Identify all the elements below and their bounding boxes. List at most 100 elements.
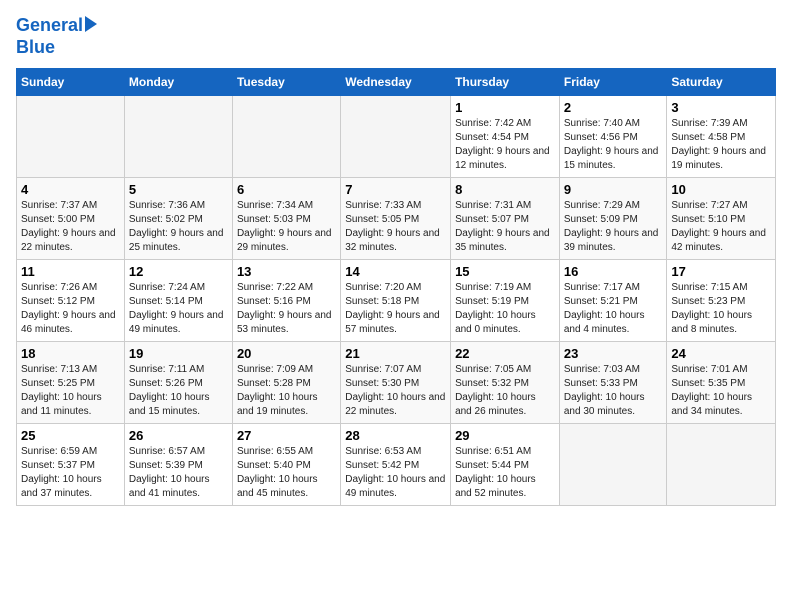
calendar-cell: 29 Sunrise: 6:51 AM Sunset: 5:44 PM Dayli… bbox=[451, 423, 560, 505]
day-info: Sunrise: 7:37 AM Sunset: 5:00 PM Dayligh… bbox=[21, 199, 120, 255]
calendar-cell: 17 Sunrise: 7:15 AM Sunset: 5:23 PM Dayli… bbox=[667, 259, 776, 341]
calendar-cell: 14 Sunrise: 7:20 AM Sunset: 5:18 PM Dayli… bbox=[341, 259, 451, 341]
calendar-cell: 10 Sunrise: 7:27 AM Sunset: 5:10 PM Dayli… bbox=[667, 177, 776, 259]
calendar-cell bbox=[17, 95, 125, 177]
calendar-cell: 6 Sunrise: 7:34 AM Sunset: 5:03 PM Daylig… bbox=[232, 177, 340, 259]
logo-text: General bbox=[16, 16, 83, 36]
day-number: 9 bbox=[564, 182, 663, 197]
day-number: 1 bbox=[455, 100, 555, 115]
calendar-header: SundayMondayTuesdayWednesdayThursdayFrid… bbox=[17, 68, 776, 95]
day-number: 26 bbox=[129, 428, 228, 443]
day-info: Sunrise: 7:17 AM Sunset: 5:21 PM Dayligh… bbox=[564, 281, 663, 337]
calendar-cell bbox=[559, 423, 667, 505]
calendar-cell bbox=[232, 95, 340, 177]
calendar-cell: 22Sunrise: 7:05 AM Sunset: 5:32 PM Dayli… bbox=[451, 341, 560, 423]
day-number: 23 bbox=[564, 346, 663, 361]
day-info: Sunrise: 7:27 AM Sunset: 5:10 PM Dayligh… bbox=[671, 199, 771, 255]
calendar-cell: 13Sunrise: 7:22 AM Sunset: 5:16 PM Dayli… bbox=[232, 259, 340, 341]
calendar-cell: 9 Sunrise: 7:29 AM Sunset: 5:09 PM Daylig… bbox=[559, 177, 667, 259]
calendar-cell: 24Sunrise: 7:01 AM Sunset: 5:35 PM Dayli… bbox=[667, 341, 776, 423]
calendar-week-row: 11 Sunrise: 7:26 AM Sunset: 5:12 PM Dayli… bbox=[17, 259, 776, 341]
weekday-header: Tuesday bbox=[232, 68, 340, 95]
calendar-cell: 7 Sunrise: 7:33 AM Sunset: 5:05 PM Daylig… bbox=[341, 177, 451, 259]
day-number: 2 bbox=[564, 100, 663, 115]
calendar-week-row: 4Sunrise: 7:37 AM Sunset: 5:00 PM Daylig… bbox=[17, 177, 776, 259]
day-number: 10 bbox=[671, 182, 771, 197]
day-info: Sunrise: 7:09 AM Sunset: 5:28 PM Dayligh… bbox=[237, 363, 336, 419]
day-number: 13 bbox=[237, 264, 336, 279]
day-info: Sunrise: 6:59 AM Sunset: 5:37 PM Dayligh… bbox=[21, 445, 120, 501]
day-info: Sunrise: 7:34 AM Sunset: 5:03 PM Dayligh… bbox=[237, 199, 336, 255]
day-number: 20 bbox=[237, 346, 336, 361]
day-number: 15 bbox=[455, 264, 555, 279]
day-number: 6 bbox=[237, 182, 336, 197]
day-number: 27 bbox=[237, 428, 336, 443]
day-info: Sunrise: 7:03 AM Sunset: 5:33 PM Dayligh… bbox=[564, 363, 663, 419]
day-info: Sunrise: 7:39 AM Sunset: 4:58 PM Dayligh… bbox=[671, 117, 771, 173]
calendar-cell: 3 Sunrise: 7:39 AM Sunset: 4:58 PM Daylig… bbox=[667, 95, 776, 177]
day-number: 17 bbox=[671, 264, 771, 279]
calendar-cell: 21Sunrise: 7:07 AM Sunset: 5:30 PM Dayli… bbox=[341, 341, 451, 423]
day-info: Sunrise: 6:57 AM Sunset: 5:39 PM Dayligh… bbox=[129, 445, 228, 501]
day-number: 21 bbox=[345, 346, 446, 361]
calendar-cell: 23 Sunrise: 7:03 AM Sunset: 5:33 PM Dayli… bbox=[559, 341, 667, 423]
day-info: Sunrise: 7:19 AM Sunset: 5:19 PM Dayligh… bbox=[455, 281, 555, 337]
day-info: Sunrise: 7:36 AM Sunset: 5:02 PM Dayligh… bbox=[129, 199, 228, 255]
calendar-cell: 15 Sunrise: 7:19 AM Sunset: 5:19 PM Dayli… bbox=[451, 259, 560, 341]
day-number: 18 bbox=[21, 346, 120, 361]
weekday-header: Monday bbox=[124, 68, 232, 95]
day-info: Sunrise: 7:01 AM Sunset: 5:35 PM Dayligh… bbox=[671, 363, 771, 419]
day-info: Sunrise: 7:05 AM Sunset: 5:32 PM Dayligh… bbox=[455, 363, 555, 419]
day-number: 12 bbox=[129, 264, 228, 279]
calendar-cell: 12 Sunrise: 7:24 AM Sunset: 5:14 PM Dayli… bbox=[124, 259, 232, 341]
calendar-cell: 20 Sunrise: 7:09 AM Sunset: 5:28 PM Dayli… bbox=[232, 341, 340, 423]
day-info: Sunrise: 7:40 AM Sunset: 4:56 PM Dayligh… bbox=[564, 117, 663, 173]
calendar-cell bbox=[667, 423, 776, 505]
calendar-cell bbox=[124, 95, 232, 177]
day-number: 3 bbox=[671, 100, 771, 115]
calendar-cell: 16Sunrise: 7:17 AM Sunset: 5:21 PM Dayli… bbox=[559, 259, 667, 341]
weekday-header: Friday bbox=[559, 68, 667, 95]
day-info: Sunrise: 7:42 AM Sunset: 4:54 PM Dayligh… bbox=[455, 117, 555, 173]
day-number: 5 bbox=[129, 182, 228, 197]
calendar-week-row: 18 Sunrise: 7:13 AM Sunset: 5:25 PM Dayli… bbox=[17, 341, 776, 423]
calendar-week-row: 25 Sunrise: 6:59 AM Sunset: 5:37 PM Dayli… bbox=[17, 423, 776, 505]
day-info: Sunrise: 7:26 AM Sunset: 5:12 PM Dayligh… bbox=[21, 281, 120, 337]
calendar-cell: 19 Sunrise: 7:11 AM Sunset: 5:26 PM Dayli… bbox=[124, 341, 232, 423]
day-info: Sunrise: 7:20 AM Sunset: 5:18 PM Dayligh… bbox=[345, 281, 446, 337]
day-number: 11 bbox=[21, 264, 120, 279]
calendar-cell: 27Sunrise: 6:55 AM Sunset: 5:40 PM Dayli… bbox=[232, 423, 340, 505]
calendar-cell: 5 Sunrise: 7:36 AM Sunset: 5:02 PM Daylig… bbox=[124, 177, 232, 259]
day-info: Sunrise: 6:53 AM Sunset: 5:42 PM Dayligh… bbox=[345, 445, 446, 501]
calendar-cell: 11 Sunrise: 7:26 AM Sunset: 5:12 PM Dayli… bbox=[17, 259, 125, 341]
day-number: 19 bbox=[129, 346, 228, 361]
day-number: 25 bbox=[21, 428, 120, 443]
day-info: Sunrise: 7:31 AM Sunset: 5:07 PM Dayligh… bbox=[455, 199, 555, 255]
day-info: Sunrise: 7:11 AM Sunset: 5:26 PM Dayligh… bbox=[129, 363, 228, 419]
calendar-cell bbox=[341, 95, 451, 177]
day-info: Sunrise: 7:24 AM Sunset: 5:14 PM Dayligh… bbox=[129, 281, 228, 337]
day-info: Sunrise: 7:15 AM Sunset: 5:23 PM Dayligh… bbox=[671, 281, 771, 337]
calendar-body: 1 Sunrise: 7:42 AM Sunset: 4:54 PM Daylig… bbox=[17, 95, 776, 505]
weekday-header: Saturday bbox=[667, 68, 776, 95]
calendar-cell: 28 Sunrise: 6:53 AM Sunset: 5:42 PM Dayli… bbox=[341, 423, 451, 505]
day-number: 14 bbox=[345, 264, 446, 279]
calendar-cell: 18 Sunrise: 7:13 AM Sunset: 5:25 PM Dayli… bbox=[17, 341, 125, 423]
day-number: 28 bbox=[345, 428, 446, 443]
logo-blue-text: Blue bbox=[16, 38, 55, 58]
day-number: 8 bbox=[455, 182, 555, 197]
day-info: Sunrise: 7:13 AM Sunset: 5:25 PM Dayligh… bbox=[21, 363, 120, 419]
day-number: 29 bbox=[455, 428, 555, 443]
calendar-week-row: 1 Sunrise: 7:42 AM Sunset: 4:54 PM Daylig… bbox=[17, 95, 776, 177]
weekday-header: Wednesday bbox=[341, 68, 451, 95]
logo: General Blue bbox=[16, 16, 97, 58]
calendar-cell: 26 Sunrise: 6:57 AM Sunset: 5:39 PM Dayli… bbox=[124, 423, 232, 505]
calendar-cell: 8 Sunrise: 7:31 AM Sunset: 5:07 PM Daylig… bbox=[451, 177, 560, 259]
calendar-cell: 25 Sunrise: 6:59 AM Sunset: 5:37 PM Dayli… bbox=[17, 423, 125, 505]
day-number: 7 bbox=[345, 182, 446, 197]
day-info: Sunrise: 7:29 AM Sunset: 5:09 PM Dayligh… bbox=[564, 199, 663, 255]
calendar-cell: 2 Sunrise: 7:40 AM Sunset: 4:56 PM Daylig… bbox=[559, 95, 667, 177]
day-info: Sunrise: 7:33 AM Sunset: 5:05 PM Dayligh… bbox=[345, 199, 446, 255]
calendar-cell: 1 Sunrise: 7:42 AM Sunset: 4:54 PM Daylig… bbox=[451, 95, 560, 177]
day-info: Sunrise: 6:51 AM Sunset: 5:44 PM Dayligh… bbox=[455, 445, 555, 501]
